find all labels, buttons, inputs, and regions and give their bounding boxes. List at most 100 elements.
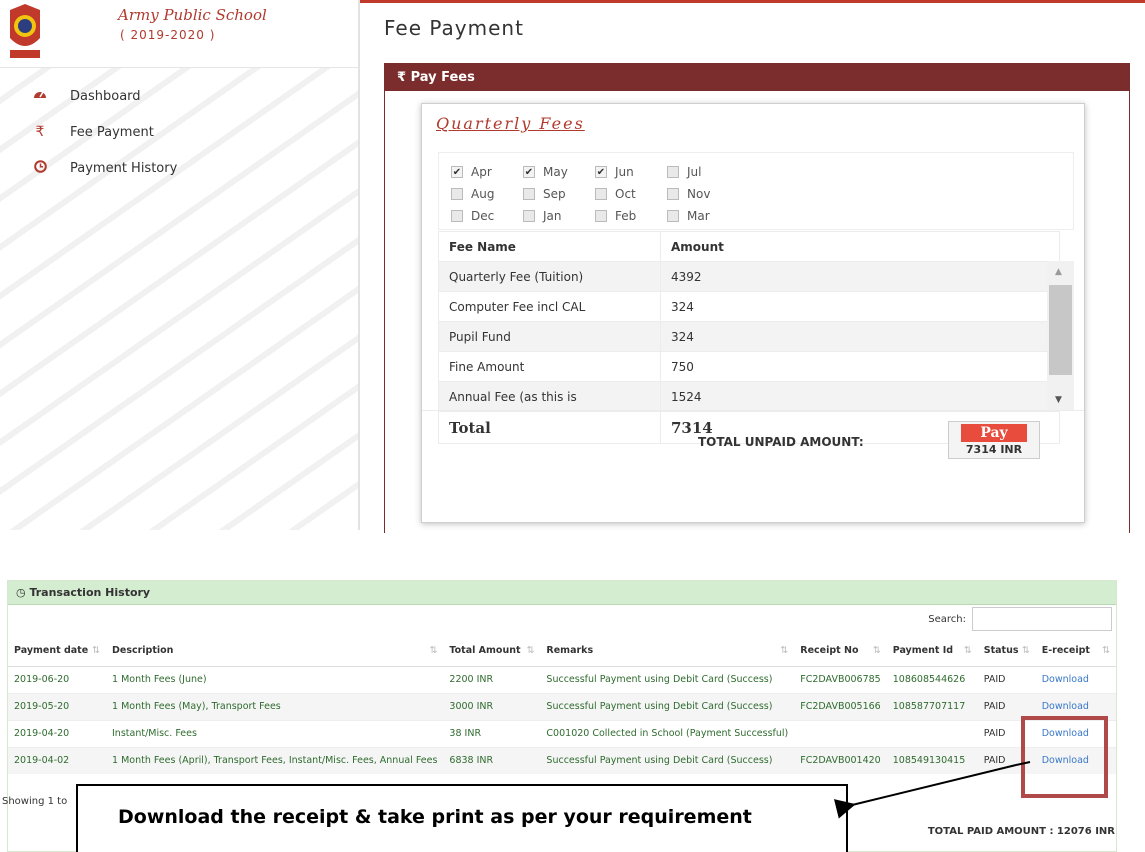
fee-name: Pupil Fund — [438, 321, 661, 352]
sort-icon[interactable]: ⇅ — [526, 645, 534, 656]
column-header-total-amount[interactable]: Total Amount ⇅ — [443, 636, 541, 667]
checkbox-unchecked-icon[interactable] — [523, 188, 535, 200]
checkbox-checked-icon[interactable]: ✔ — [451, 166, 463, 178]
month-checkbox-jun[interactable]: ✔ Jun — [595, 165, 667, 179]
sidebar-item-label: Dashboard — [70, 88, 141, 104]
brand-header: Army Public School ( 2019-2020 ) — [0, 0, 358, 68]
checkbox-unchecked-icon[interactable] — [595, 210, 607, 222]
checkbox-checked-icon[interactable]: ✔ — [523, 166, 535, 178]
search-box: Search: — [928, 607, 1112, 631]
payment-id: 108587707117 — [886, 692, 978, 720]
table-row: Fine Amount 750 — [438, 351, 1060, 382]
scroll-down-icon[interactable]: ▼ — [1055, 395, 1062, 405]
download-link[interactable]: Download — [1035, 665, 1116, 693]
month-checkbox-mar[interactable]: Mar — [667, 209, 739, 223]
clock-icon — [30, 159, 50, 177]
month-checkbox-dec[interactable]: Dec — [451, 209, 523, 223]
description: Instant/Misc. Fees — [106, 719, 444, 747]
fee-name: Computer Fee incl CAL — [438, 291, 661, 322]
checkbox-checked-icon[interactable]: ✔ — [595, 166, 607, 178]
receipt-no: FC2DAVB005166 — [794, 692, 887, 720]
receipt-no: FC2DAVB001420 — [794, 746, 887, 774]
search-input[interactable] — [972, 607, 1112, 631]
month-checkbox-jan[interactable]: Jan — [523, 209, 595, 223]
column-header-e-receipt[interactable]: E-receipt ⇅ — [1035, 636, 1116, 667]
clock-icon: ◷ — [16, 586, 26, 599]
rupee-icon: ₹ — [35, 124, 45, 140]
payment-id: 108608544626 — [886, 665, 978, 693]
fee-amount: 324 — [660, 291, 1060, 322]
pay-fees-header: ₹ Pay Fees — [385, 63, 1129, 91]
month-checkbox-jul[interactable]: Jul — [667, 165, 739, 179]
tachometer-icon — [30, 88, 50, 104]
checkbox-unchecked-icon[interactable] — [451, 188, 463, 200]
receipt-no: FC2DAVB006785 — [794, 665, 887, 693]
sort-icon[interactable]: ⇅ — [1022, 645, 1030, 656]
scroll-up-icon[interactable]: ▲ — [1055, 267, 1062, 277]
search-label: Search: — [928, 613, 966, 625]
total-amount: 38 INR — [443, 719, 541, 747]
month-checkbox-oct[interactable]: Oct — [595, 187, 667, 201]
transaction-table: Payment date ⇅ Description ⇅ Total Amoun… — [8, 636, 1116, 774]
month-checkbox-may[interactable]: ✔ May — [523, 165, 595, 179]
sort-icon[interactable]: ⇅ — [92, 645, 100, 656]
month-checkbox-apr[interactable]: ✔ Apr — [451, 165, 523, 179]
total-amount: 3000 INR — [443, 692, 541, 720]
column-header-payment-id[interactable]: Payment Id ⇅ — [886, 636, 978, 667]
fee-amount: 4392 — [660, 261, 1060, 292]
payment-date: 2019-04-02 — [8, 746, 106, 774]
table-row: Computer Fee incl CAL 324 — [438, 291, 1060, 322]
column-header-remarks[interactable]: Remarks ⇅ — [540, 636, 795, 667]
table-row: Pupil Fund 324 — [438, 321, 1060, 352]
fee-amount: 750 — [660, 351, 1060, 382]
sidebar-item-fee-payment[interactable]: ₹ Fee Payment — [0, 114, 358, 150]
checkbox-unchecked-icon[interactable] — [451, 210, 463, 222]
transaction-history-header: ◷ Transaction History — [8, 581, 1116, 605]
pagination-info: Showing 1 to — [2, 796, 68, 807]
month-checkbox-sep[interactable]: Sep — [523, 187, 595, 201]
payment-date: 2019-04-20 — [8, 719, 106, 747]
divider — [422, 410, 1084, 411]
sort-icon[interactable]: ⇅ — [1102, 645, 1110, 656]
month-checkbox-nov[interactable]: Nov — [667, 187, 739, 201]
quarterly-fees-box: Quarterly Fees ✔ Apr ✔ May ✔ Jun Jul Aug Se… — [421, 103, 1085, 523]
fee-name: Quarterly Fee (Tuition) — [438, 261, 661, 292]
sort-icon[interactable]: ⇅ — [429, 645, 437, 656]
description: 1 Month Fees (May), Transport Fees — [106, 692, 444, 720]
description: 1 Month Fees (April), Transport Fees, In… — [106, 746, 444, 774]
school-logo-icon — [10, 4, 40, 58]
column-header-receipt-no[interactable]: Receipt No ⇅ — [794, 636, 887, 667]
scrollbar-thumb[interactable] — [1049, 285, 1072, 375]
sort-icon[interactable]: ⇅ — [964, 645, 972, 656]
column-header-status[interactable]: Status ⇅ — [977, 636, 1036, 667]
quarterly-fees-title: Quarterly Fees — [436, 114, 585, 133]
transaction-history-title: Transaction History — [29, 586, 151, 599]
table-row: 2019-05-20 1 Month Fees (May), Transport… — [8, 692, 1116, 720]
month-checkbox-aug[interactable]: Aug — [451, 187, 523, 201]
payment-date: 2019-05-20 — [8, 692, 106, 720]
checkbox-unchecked-icon[interactable] — [667, 188, 679, 200]
month-checkbox-feb[interactable]: Feb — [595, 209, 667, 223]
sort-icon[interactable]: ⇅ — [780, 645, 788, 656]
checkbox-unchecked-icon[interactable] — [523, 210, 535, 222]
total-paid-amount: TOTAL PAID AMOUNT : 12076 INR — [927, 826, 1115, 837]
pay-button[interactable]: Pay 7314 INR — [948, 421, 1040, 459]
sidebar-item-label: Fee Payment — [70, 124, 154, 140]
checkbox-unchecked-icon[interactable] — [667, 210, 679, 222]
checkbox-unchecked-icon[interactable] — [595, 188, 607, 200]
sidebar-item-payment-history[interactable]: Payment History — [0, 150, 358, 186]
remarks: Successful Payment using Debit Card (Suc… — [540, 692, 795, 720]
table-row: Annual Fee (as this is 1524 — [438, 381, 1060, 412]
total-amount: 2200 INR — [443, 665, 541, 693]
sidebar-item-label: Payment History — [70, 160, 178, 176]
column-header-payment-date[interactable]: Payment date ⇅ — [8, 636, 106, 667]
school-name: Army Public School — [118, 6, 267, 24]
checkbox-unchecked-icon[interactable] — [667, 166, 679, 178]
top-accent-line — [360, 0, 1145, 3]
sort-icon[interactable]: ⇅ — [873, 645, 881, 656]
fee-table-scrollbar[interactable]: ▲ ▼ — [1047, 261, 1074, 411]
column-header-description[interactable]: Description ⇅ — [106, 636, 444, 667]
pay-button-label: Pay — [961, 424, 1027, 442]
fee-name: Annual Fee (as this is — [438, 381, 661, 412]
sidebar-item-dashboard[interactable]: Dashboard — [0, 78, 358, 114]
